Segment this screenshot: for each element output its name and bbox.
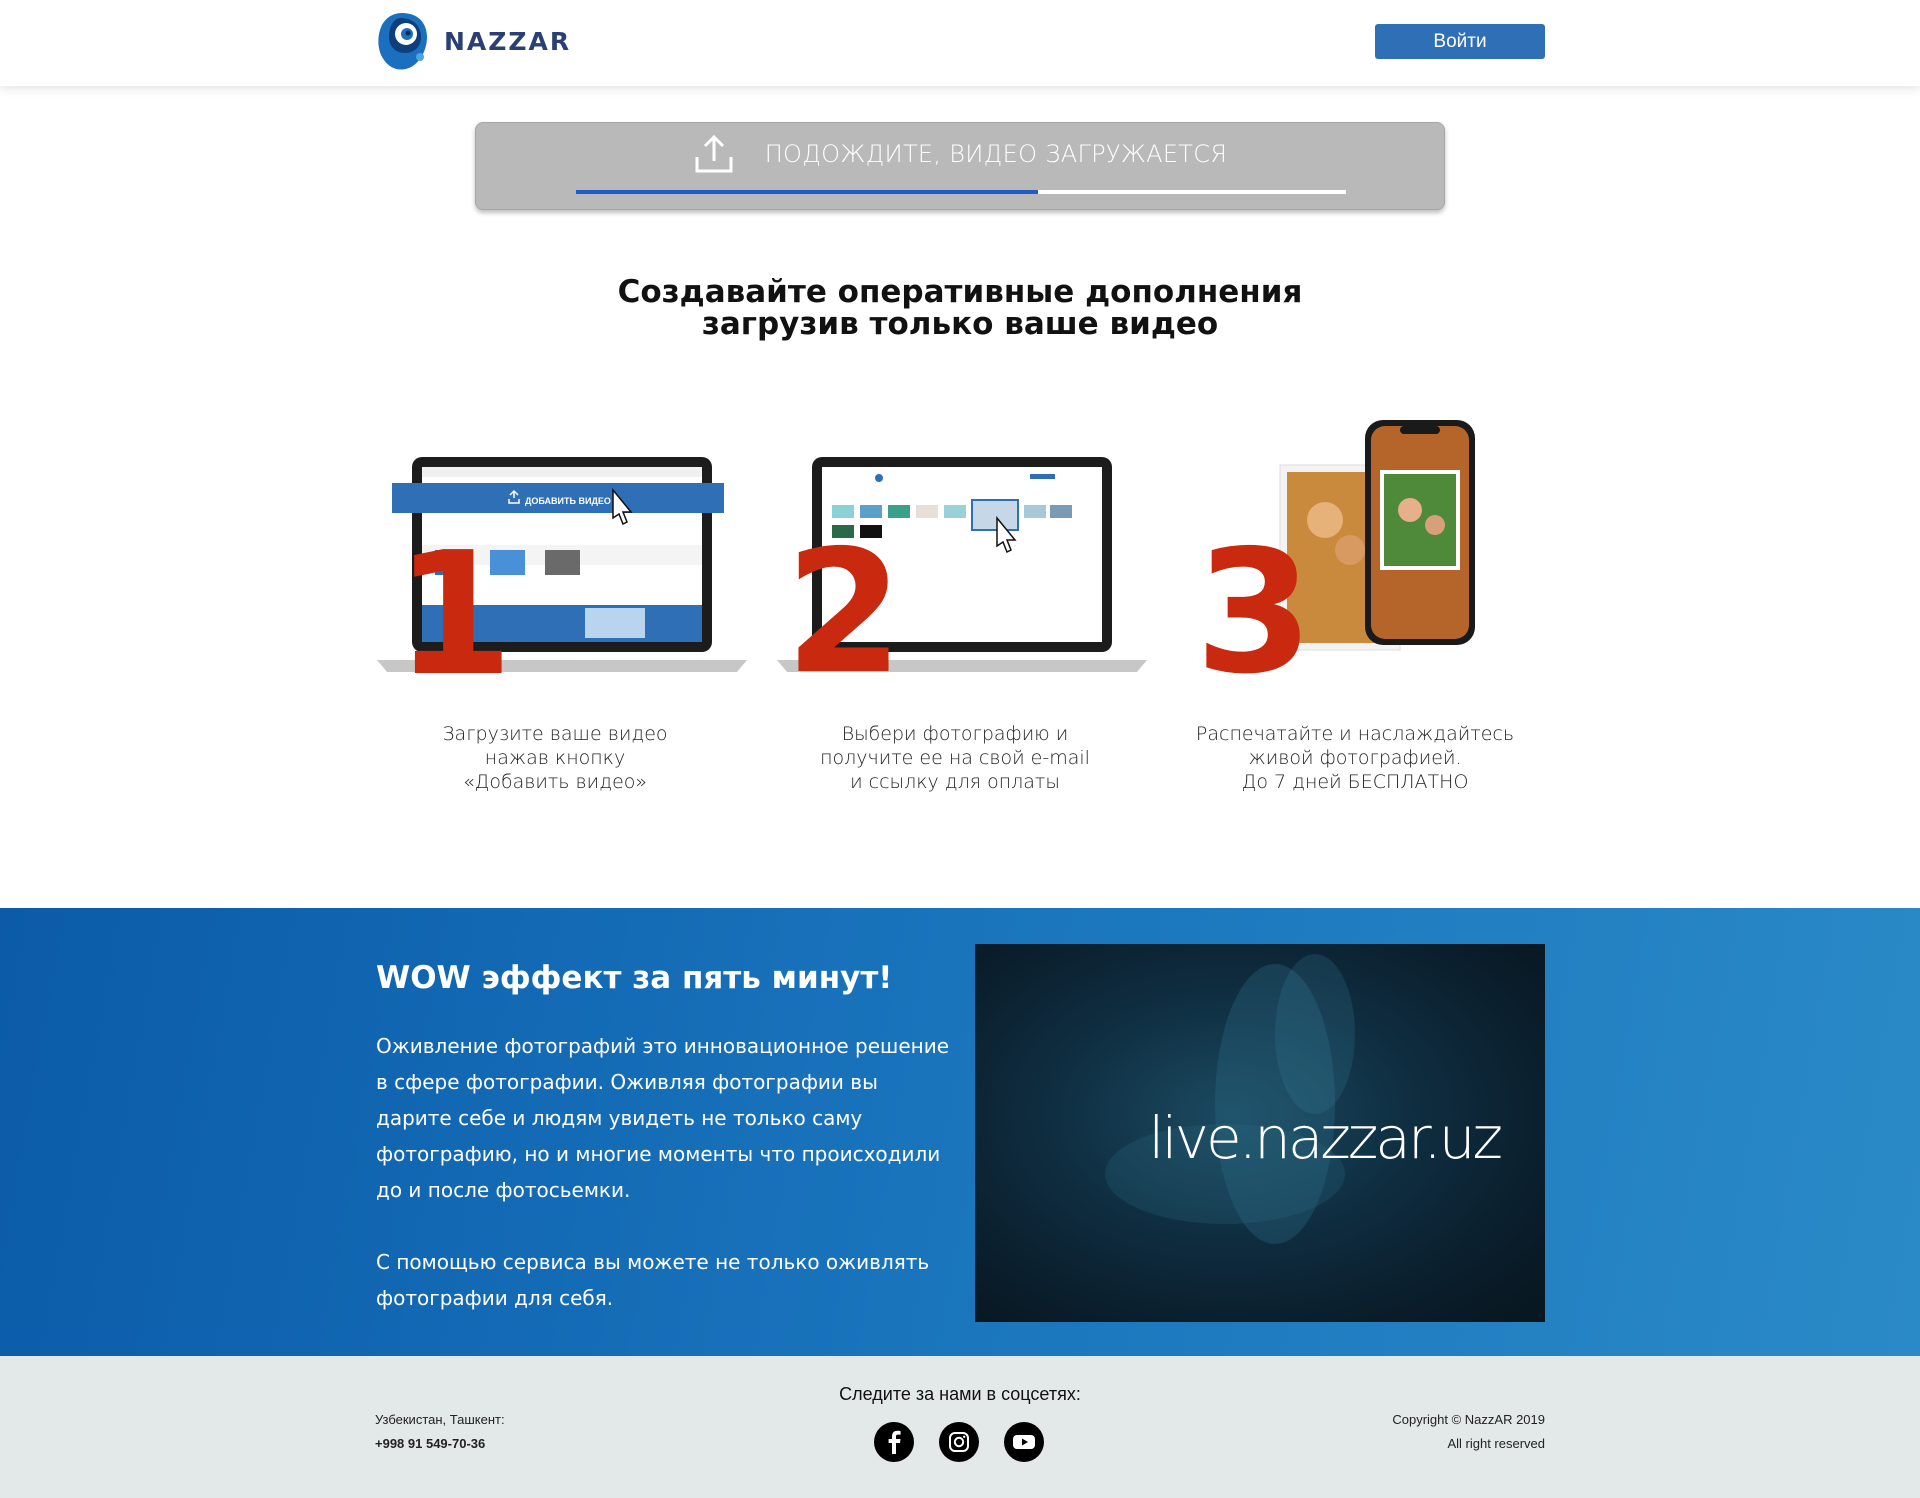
step-1-caption-line: нажав кнопку bbox=[484, 747, 626, 769]
step-3-caption: Распечатайте и наслаждайтесь живой фотог… bbox=[1175, 722, 1535, 794]
footer-contacts: Узбекистан, Ташкент: +998 91 549-70-36 bbox=[375, 1408, 505, 1456]
upload-progress-bar bbox=[576, 190, 1346, 194]
video-title-text: live.nazzar.uz bbox=[1148, 1104, 1503, 1172]
login-button[interactable]: Войти bbox=[1375, 24, 1545, 59]
footer-phone[interactable]: +998 91 549-70-36 bbox=[375, 1432, 505, 1456]
step-2-illustration: 2 bbox=[775, 410, 1175, 700]
step-2-caption: Выбери фотографию и получите ее на свой … bbox=[775, 722, 1135, 794]
copyright-text: Copyright © NazzAR 2019 bbox=[1392, 1412, 1545, 1427]
upload-progress-fill bbox=[576, 190, 1038, 194]
step-3-caption-line: До 7 дней БЕСПЛАТНО bbox=[1241, 771, 1469, 793]
rights-text: All right reserved bbox=[1447, 1436, 1545, 1451]
step-3-number: 3 bbox=[1195, 514, 1314, 712]
step-1-illustration: 1 ДОБАВИТЬ ВИДЕО bbox=[375, 410, 775, 700]
footer-copyright: Copyright © NazzAR 2019 All right reserv… bbox=[1392, 1408, 1545, 1456]
upload-icon bbox=[695, 134, 733, 173]
site-footer: Узбекистан, Ташкент: +998 91 549-70-36 С… bbox=[0, 1356, 1920, 1498]
wow-section: WOW эффект за пять минут! Оживление фото… bbox=[0, 908, 1920, 1356]
page-title-line1: Создавайте оперативные дополнения bbox=[617, 274, 1303, 310]
step-1-caption-line: «Добавить видео» bbox=[462, 771, 648, 793]
step-3-caption-line: живой фотографией. bbox=[1248, 747, 1462, 769]
step-3-caption-line: Распечатайте и наслаждайтесь bbox=[1195, 723, 1515, 745]
social-links bbox=[874, 1422, 1044, 1462]
upload-status-label: ПОДОЖДИТЕ, ВИДЕО ЗАГРУЖАЕТСЯ bbox=[764, 140, 1228, 168]
step-2-caption-line: получите ее на свой e-mail bbox=[820, 747, 1090, 769]
step-1-caption-line: Загрузите ваше видео bbox=[442, 723, 668, 745]
step-1-caption: Загрузите ваше видео нажав кнопку «Добав… bbox=[375, 722, 735, 794]
wow-paragraph-1: Оживление фотографий это инновационное р… bbox=[376, 1034, 950, 1202]
page-title: Создавайте оперативные дополнения загруз… bbox=[360, 276, 1560, 340]
footer-follow-label: Следите за нами в соцсетях: bbox=[839, 1384, 1081, 1404]
step-2-caption-line: и ссылку для оплаты bbox=[850, 771, 1060, 793]
step-1-screen-button-label: ДОБАВИТЬ ВИДЕО bbox=[525, 496, 611, 506]
promo-video[interactable]: live.nazzar.uz bbox=[975, 944, 1545, 1322]
step-1-number: 1 bbox=[395, 516, 514, 714]
logo[interactable]: NAZZAR bbox=[374, 10, 571, 72]
wow-description: Оживление фотографий это инновационное р… bbox=[376, 1028, 956, 1352]
nazzar-logo-icon bbox=[378, 13, 427, 70]
page-title-line2: загрузив только ваше видео bbox=[701, 306, 1219, 342]
facebook-icon[interactable] bbox=[874, 1422, 914, 1462]
step-3-illustration: 3 bbox=[1175, 410, 1575, 700]
wow-paragraph-2: С помощью сервиса вы можете не только ож… bbox=[376, 1250, 930, 1310]
wow-title: WOW эффект за пять минут! bbox=[376, 960, 893, 996]
brand-name: NAZZAR bbox=[444, 26, 572, 56]
step-2-number: 2 bbox=[785, 514, 904, 712]
upload-progress-panel: ПОДОЖДИТЕ, ВИДЕО ЗАГРУЖАЕТСЯ bbox=[475, 122, 1445, 210]
footer-location: Узбекистан, Ташкент: bbox=[375, 1412, 505, 1427]
youtube-icon[interactable] bbox=[1004, 1422, 1044, 1462]
step-2-caption-line: Выбери фотографию и bbox=[841, 723, 1069, 745]
site-header: NAZZAR Войти bbox=[0, 0, 1920, 86]
instagram-icon[interactable] bbox=[939, 1422, 979, 1462]
